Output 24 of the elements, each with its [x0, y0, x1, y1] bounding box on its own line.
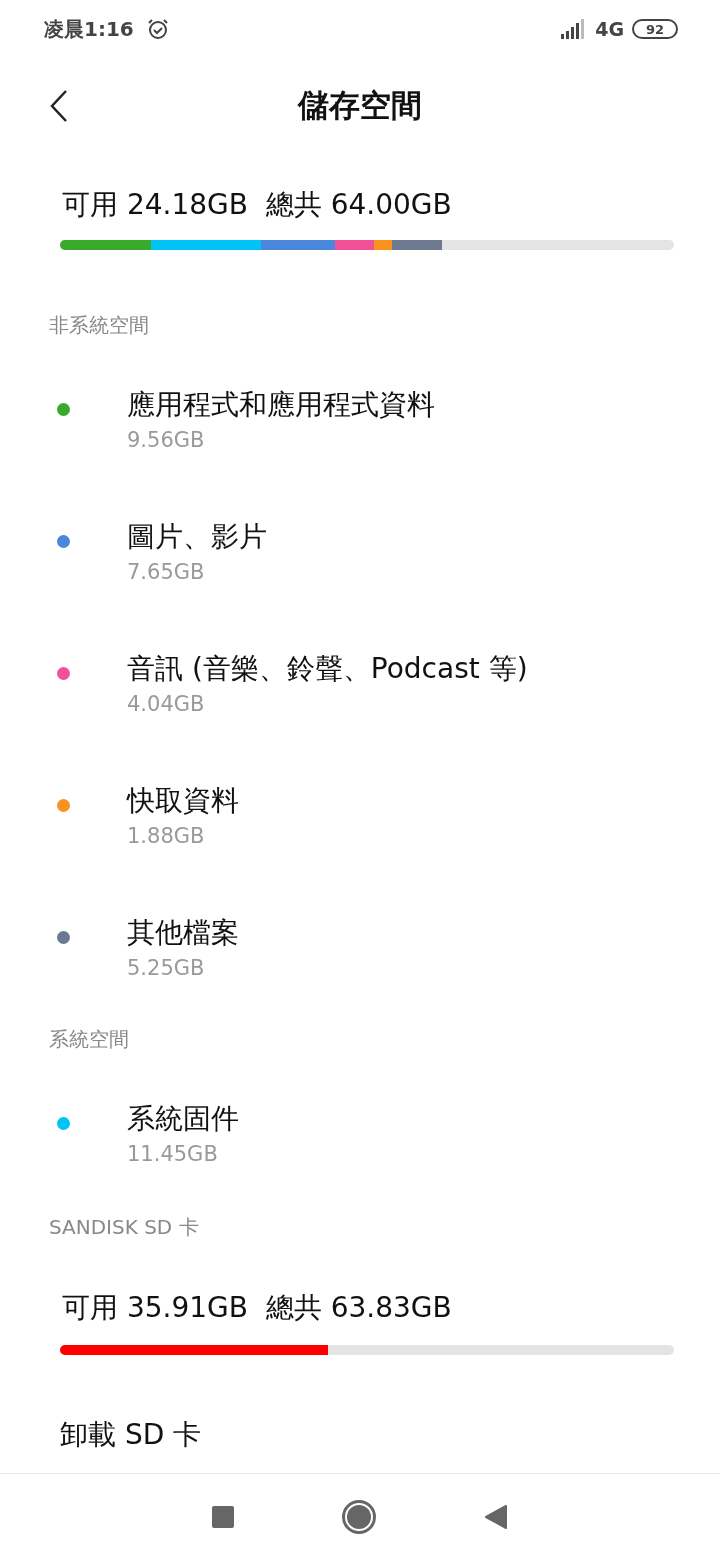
- network-type: 4G: [595, 16, 624, 42]
- category-label[interactable]: 音訊 (音樂、鈴聲、Podcast 等): [127, 651, 528, 687]
- unmount-sd-link[interactable]: 卸載 SD 卡: [0, 1355, 720, 1453]
- battery-indicator: 92: [632, 19, 678, 39]
- section-header: 非系統空間: [48, 312, 150, 339]
- category-label[interactable]: 應用程式和應用程式資料: [127, 387, 435, 423]
- storage-summary: 可用 24.18GB 總共 64.00GB: [61, 187, 453, 223]
- category-label[interactable]: 其他檔案: [127, 915, 239, 951]
- page-title: 儲存空間: [298, 85, 422, 125]
- back-nav-button[interactable]: [484, 1504, 508, 1530]
- clock-time: 凌晨1:16: [44, 16, 134, 43]
- category-size: 7.65GB: [127, 559, 206, 586]
- category-size: 1.88GB: [127, 823, 206, 850]
- category-size: 9.56GB: [127, 427, 206, 454]
- section-header: SANDISK SD 卡: [48, 1214, 200, 1241]
- category-label[interactable]: 系統固件: [127, 1101, 239, 1137]
- home-button[interactable]: [342, 1500, 376, 1534]
- category-label[interactable]: 快取資料: [127, 783, 239, 819]
- category-size: 5.25GB: [127, 955, 206, 982]
- section-header: 系統空間: [48, 1026, 130, 1053]
- category-size: 4.04GB: [127, 691, 206, 718]
- category-size: 11.45GB: [127, 1141, 219, 1168]
- storage-summary: 可用 35.91GB 總共 63.83GB: [61, 1290, 453, 1326]
- category-label[interactable]: 圖片、影片: [127, 519, 267, 555]
